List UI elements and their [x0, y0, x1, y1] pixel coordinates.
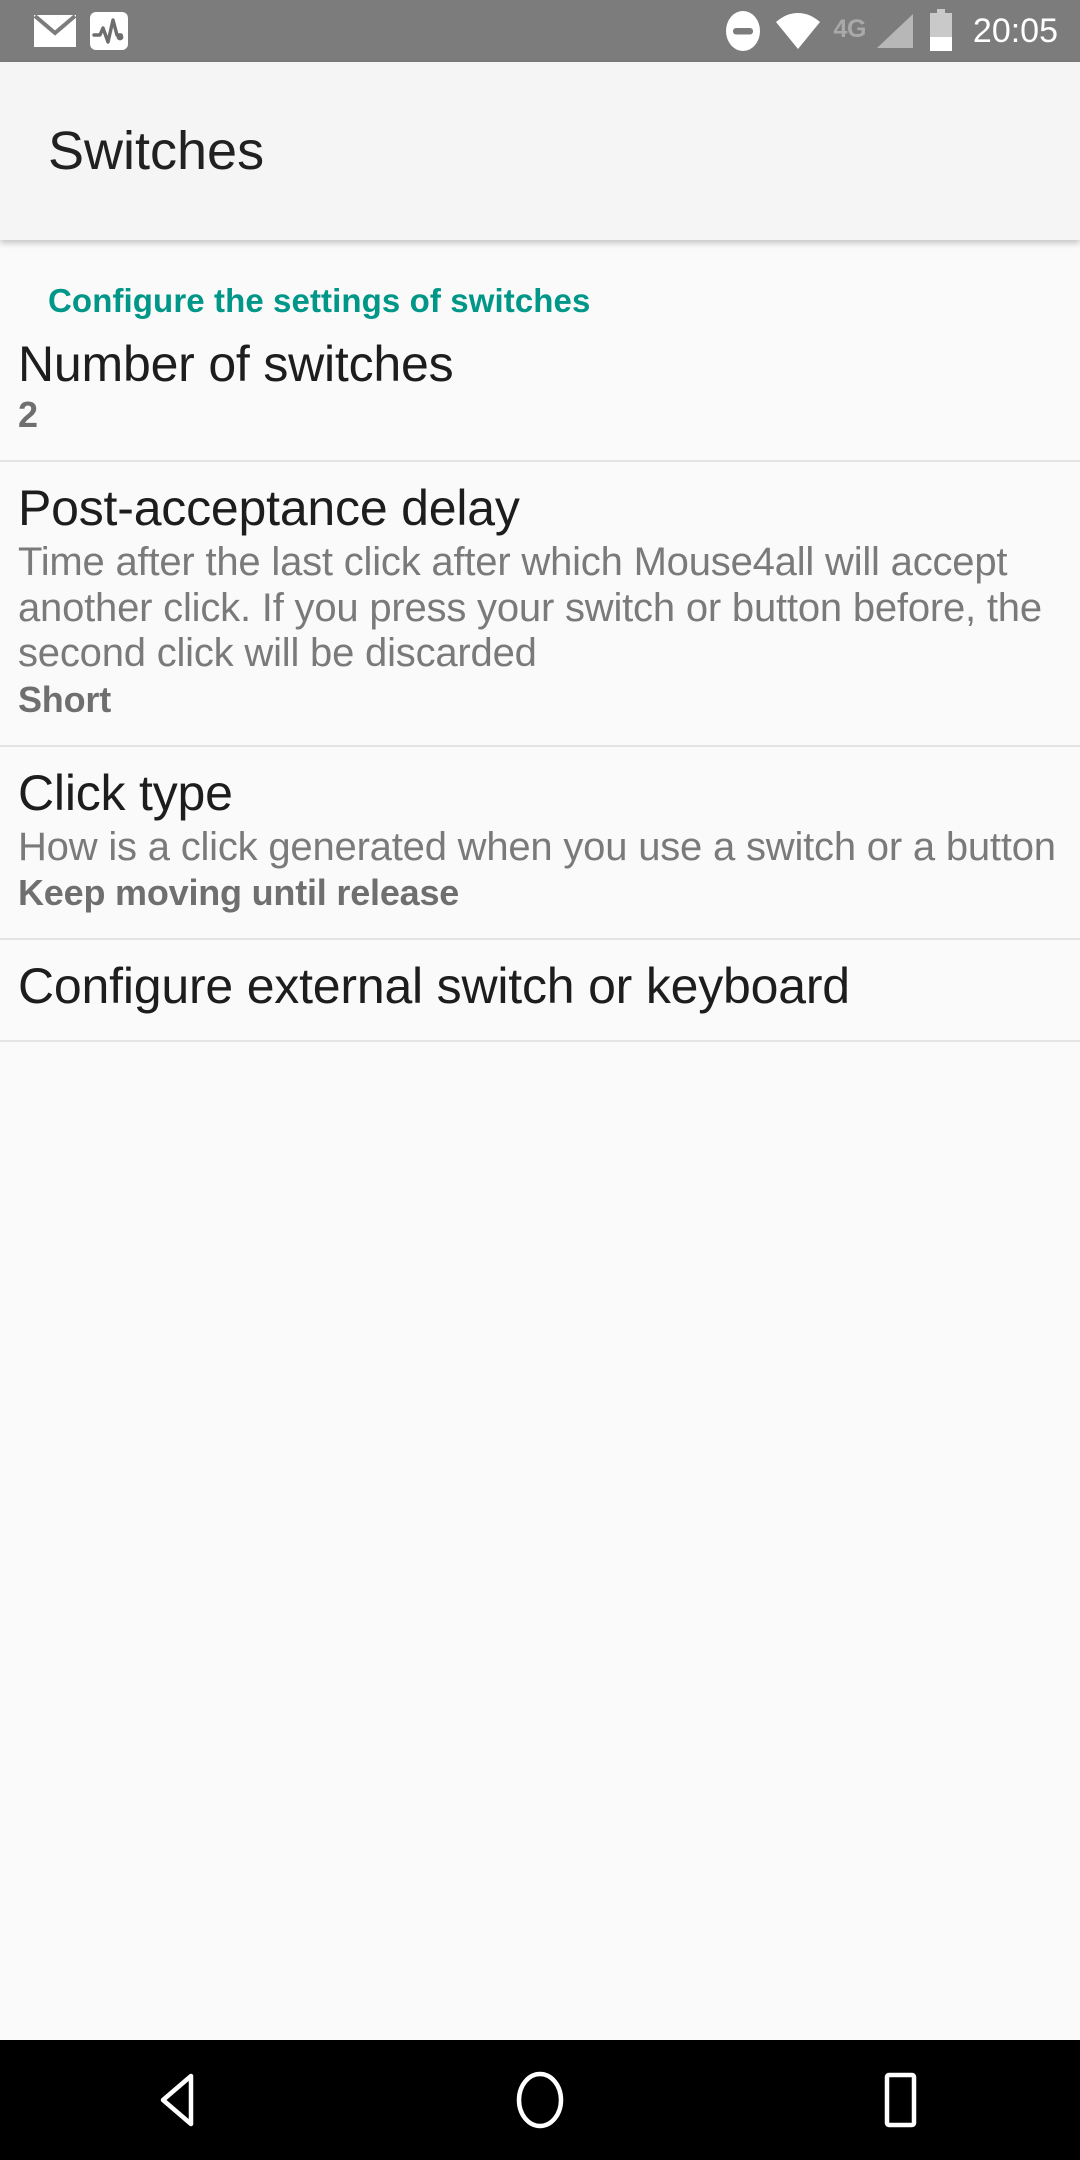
preference-title: Click type: [18, 764, 233, 821]
status-bar-right-icons: 4G 20:05: [724, 9, 1058, 53]
preference-title: Number of switches: [18, 336, 454, 392]
preference-title: Post-acceptance delay: [18, 480, 520, 536]
recents-button[interactable]: [820, 2040, 980, 2160]
status-bar-clock: 20:05: [972, 11, 1058, 50]
status-bar-left-icons: [34, 12, 128, 50]
preference-item-click-type[interactable]: Click type How is a click generated when…: [0, 747, 1080, 941]
battery-icon: [928, 9, 954, 53]
preference-summary: Time after the last click after which Mo…: [18, 540, 1042, 676]
preference-summary: How is a click generated when you use a …: [18, 824, 1056, 869]
status-bar: 4G 20:05: [0, 0, 1080, 62]
navigation-bar: [0, 2040, 1080, 2160]
do-not-disturb-icon: [724, 9, 762, 53]
app-bar: Switches: [0, 62, 1080, 240]
preference-item-post-acceptance-delay[interactable]: Post-acceptance delay Time after the las…: [0, 462, 1080, 747]
page-title: Switches: [48, 121, 265, 181]
email-icon: [34, 15, 76, 47]
preference-value: 2: [18, 394, 38, 435]
category-header: Configure the settings of switches: [48, 282, 591, 319]
preference-title: Configure external switch or keyboard: [18, 958, 850, 1015]
preference-value: Keep moving until release: [18, 872, 460, 914]
preference-item-number-of-switches[interactable]: Number of switches 2: [0, 320, 1080, 462]
settings-list: Configure the settings of switches Numbe…: [0, 240, 1080, 2040]
preference-value: Short: [18, 678, 111, 720]
back-button[interactable]: [100, 2040, 260, 2160]
cellular-signal-icon: [875, 12, 915, 50]
home-button[interactable]: [460, 2040, 620, 2160]
wifi-icon: [775, 12, 821, 50]
heart-rate-icon: [90, 12, 128, 50]
mobile-network-label: 4G: [833, 15, 867, 43]
preference-item-configure-external-switch[interactable]: Configure external switch or keyboard: [0, 940, 1080, 1043]
